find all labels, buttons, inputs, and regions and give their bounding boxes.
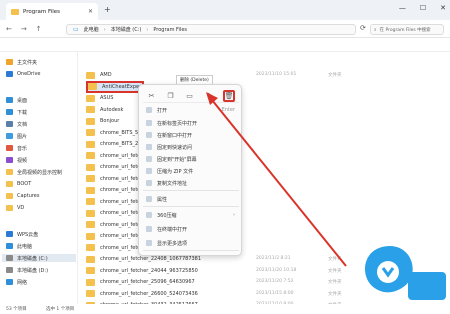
annotation-arrow-line [211, 99, 347, 267]
annotation-overlay [206, 92, 446, 300]
watermark-logo [365, 246, 446, 300]
annotation-arrowhead [206, 92, 218, 105]
